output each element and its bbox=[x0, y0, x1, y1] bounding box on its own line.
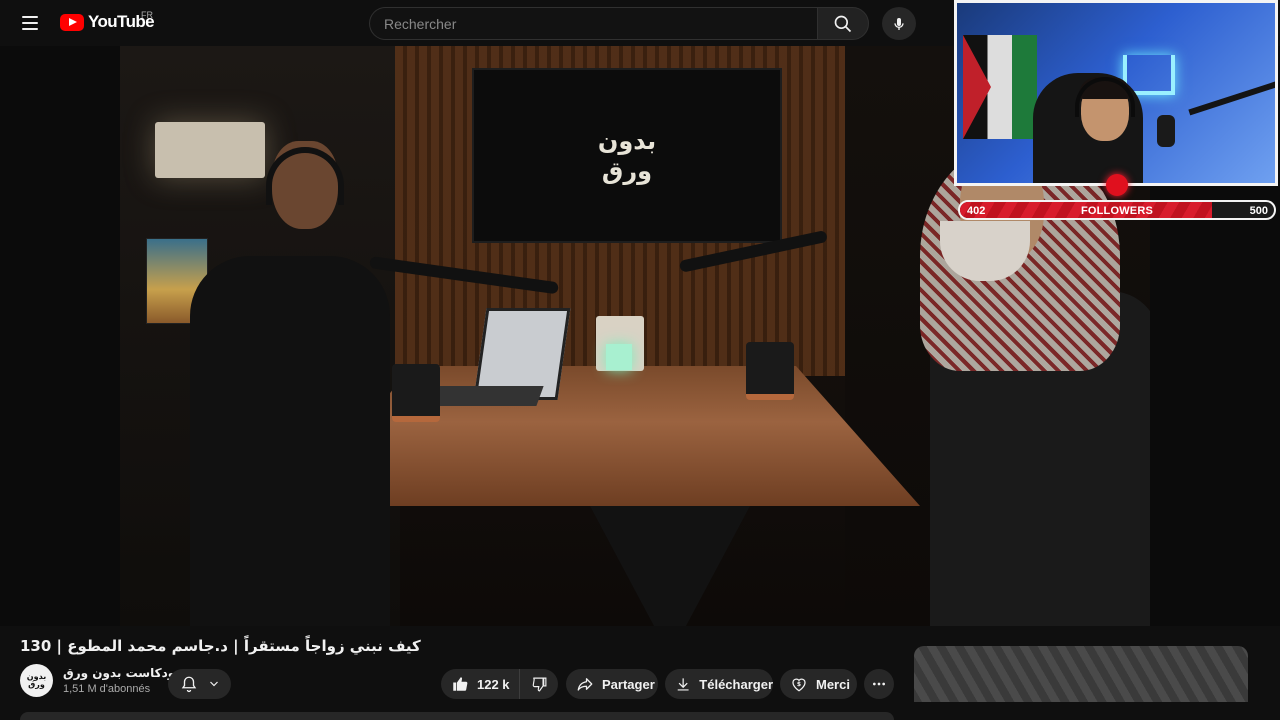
thumbs-up-icon bbox=[453, 677, 468, 691]
voice-search-button[interactable] bbox=[882, 7, 916, 40]
share-label: Partager bbox=[602, 676, 655, 692]
tv-logo-line2: ورق bbox=[601, 156, 653, 185]
chevron-down-icon bbox=[209, 681, 218, 687]
download-button[interactable]: Télécharger bbox=[665, 669, 773, 699]
channel-info: بدون ورق بودكاست بدون ورق 1,51 M d'abonn… bbox=[20, 664, 180, 697]
search-icon bbox=[834, 15, 852, 32]
download-label: Télécharger bbox=[699, 676, 773, 692]
thanks-button[interactable]: $ Merci bbox=[780, 669, 857, 699]
follower-goal-label: FOLLOWERS bbox=[1080, 205, 1154, 217]
like-button[interactable]: 122 k bbox=[441, 669, 520, 699]
streamer-webcam bbox=[954, 0, 1278, 186]
follower-count: 402 bbox=[967, 205, 986, 217]
subscriber-count: 1,51 M d'abonnés bbox=[63, 683, 151, 695]
diffuser-light bbox=[606, 344, 632, 370]
hamburger-icon[interactable] bbox=[16, 10, 44, 36]
country-code: FR bbox=[141, 10, 153, 20]
avatar[interactable]: بدون ورق bbox=[20, 664, 53, 697]
search-button[interactable] bbox=[817, 7, 869, 40]
tv-logo-line1: بدون bbox=[597, 126, 657, 155]
channel-meta: بودكاست بدون ورق 1,51 M d'abonnés bbox=[63, 666, 180, 695]
host-body bbox=[190, 256, 390, 626]
svg-text:$: $ bbox=[797, 681, 801, 688]
follower-goal: 500 bbox=[1249, 205, 1268, 217]
tv-screen: بدون ورق bbox=[472, 68, 782, 243]
like-count: 122 k bbox=[477, 676, 510, 692]
host bbox=[190, 141, 390, 626]
notifications-button[interactable] bbox=[168, 669, 231, 699]
thumbs-down-icon bbox=[532, 677, 546, 691]
description-box[interactable] bbox=[20, 712, 894, 720]
search-input[interactable] bbox=[384, 15, 817, 32]
share-button[interactable]: Partager bbox=[566, 669, 658, 699]
dislike-button[interactable] bbox=[520, 669, 558, 699]
youtube-play-icon bbox=[60, 13, 84, 31]
channel-name[interactable]: بودكاست بدون ورق bbox=[63, 666, 180, 680]
streamer-mic-arm bbox=[1188, 80, 1275, 116]
download-icon bbox=[677, 677, 689, 691]
like-dislike-group: 122 k bbox=[441, 669, 558, 699]
follower-goal-bar: FOLLOWERS 402 500 bbox=[958, 200, 1276, 220]
mug-right bbox=[746, 342, 794, 400]
table-leg bbox=[590, 506, 750, 626]
share-icon bbox=[577, 678, 593, 691]
mug-left bbox=[392, 364, 440, 422]
thanks-label: Merci bbox=[816, 676, 850, 692]
more-horizontal-icon bbox=[873, 682, 885, 686]
live-dot bbox=[1106, 174, 1128, 196]
streamer-mic bbox=[1157, 115, 1175, 147]
more-actions-button[interactable] bbox=[864, 669, 894, 699]
video-title: كيف نبني زواجاً مستقراً | د.جاسم محمد ال… bbox=[20, 637, 421, 655]
sidebar-card-footer bbox=[914, 702, 1248, 720]
search-box bbox=[369, 7, 817, 40]
mic-icon bbox=[894, 17, 904, 30]
sidebar-card[interactable] bbox=[914, 646, 1248, 720]
bell-icon bbox=[181, 676, 196, 693]
thanks-icon: $ bbox=[792, 678, 806, 692]
youtube-logo[interactable]: YouTube bbox=[60, 12, 155, 32]
flag bbox=[963, 35, 1037, 139]
